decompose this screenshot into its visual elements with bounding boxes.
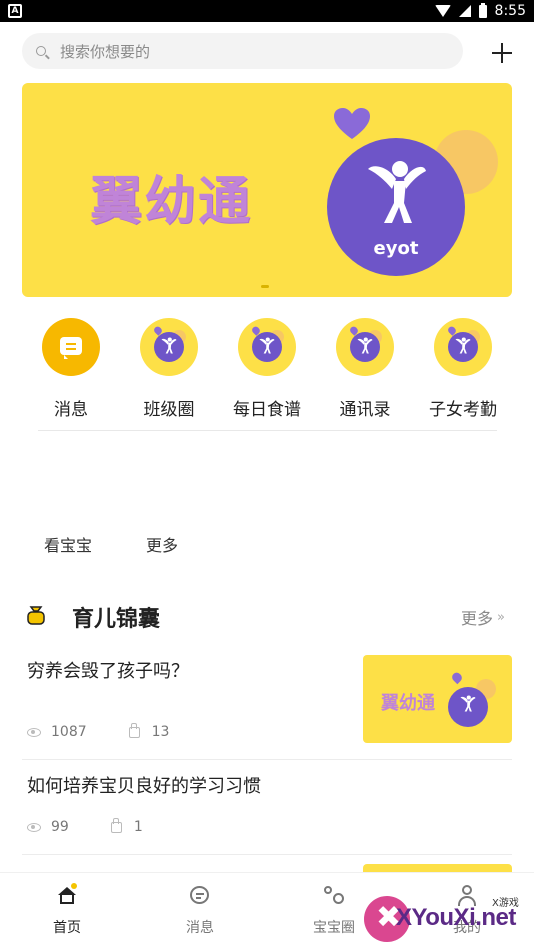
- eyot-logo-icon: [434, 318, 492, 376]
- view-count: 99: [51, 819, 69, 835]
- divider: [22, 759, 512, 760]
- chevron-right-icon: »: [497, 609, 505, 625]
- view-baby-link[interactable]: 看宝宝: [44, 532, 92, 556]
- banner-indicator: [261, 285, 269, 288]
- add-button[interactable]: [484, 35, 518, 69]
- thumbs-up-icon: [128, 722, 140, 738]
- signal-icon: [458, 5, 471, 17]
- banner-brand-text: 翼幼通: [90, 171, 253, 232]
- status-time: 8:55: [494, 3, 526, 19]
- quick-item-attendance[interactable]: 子女考勤: [414, 318, 512, 420]
- article-thumbnail: 翼幼通: [363, 655, 512, 743]
- nav-label: 首页: [53, 920, 81, 936]
- quick-item-daily-recipe[interactable]: 每日食谱: [218, 318, 316, 420]
- divider: [22, 854, 512, 855]
- section-more-link[interactable]: 更多 »: [461, 605, 505, 629]
- article-item[interactable]: 如何培养宝贝良好的学习习惯 99 1: [22, 772, 512, 852]
- like-count: 13: [151, 724, 170, 740]
- quick-item-messages[interactable]: 消息: [22, 318, 120, 420]
- angel-figure-icon: [368, 161, 426, 223]
- heart-icon: [334, 108, 370, 139]
- eye-icon: [27, 822, 41, 832]
- view-count: 1087: [51, 724, 87, 740]
- divider: [38, 430, 497, 431]
- eyot-logo-icon: [238, 318, 296, 376]
- nav-baby-circle[interactable]: 宝宝圈: [294, 885, 374, 937]
- watermark-text: XYouXi.net: [396, 904, 516, 931]
- nav-label: 宝宝圈: [313, 920, 355, 936]
- nav-label: 消息: [186, 920, 214, 936]
- wifi-icon: [434, 5, 451, 17]
- pouch-icon: [27, 606, 45, 625]
- banner-logo-text: eyot: [373, 238, 419, 259]
- quick-item-label: 子女考勤: [429, 400, 497, 420]
- home-icon: [56, 883, 78, 907]
- watermark: ✖ X游戏 XYouXi.net: [364, 880, 534, 944]
- quick-item-label: 班级圈: [143, 400, 195, 420]
- section-more-label: 更多: [461, 609, 494, 628]
- article-item[interactable]: 穷养会毁了孩子吗？ 1087 13 翼幼通: [22, 655, 512, 759]
- thumbs-up-icon: [110, 817, 122, 833]
- search-icon: [36, 46, 46, 56]
- quick-item-label: 通讯录: [339, 400, 391, 420]
- search-placeholder: 搜索你想要的: [60, 42, 151, 61]
- search-bar[interactable]: 搜索你想要的: [22, 33, 463, 69]
- message-icon: [42, 318, 100, 376]
- eyot-logo-icon: [336, 318, 394, 376]
- circles-icon: [323, 885, 345, 907]
- quick-menu: 消息 班级圈 每日食谱 通讯录 子女考勤: [22, 318, 512, 430]
- more-link[interactable]: 更多: [146, 532, 178, 556]
- like-count: 1: [133, 819, 143, 835]
- article-title: 穷养会毁了孩子吗？: [27, 661, 189, 682]
- nav-home[interactable]: 首页: [27, 883, 107, 937]
- quick-item-label: 每日食谱: [233, 400, 301, 420]
- baby-actions: 看宝宝 更多: [44, 532, 178, 556]
- section-title: 育儿锦囊: [72, 607, 161, 632]
- banner[interactable]: 翼幼通 eyot: [22, 83, 512, 297]
- eyot-logo-icon: [140, 318, 198, 376]
- notification-icon: A: [8, 4, 22, 18]
- nav-messages[interactable]: 消息: [160, 885, 240, 937]
- status-bar: A 8:55: [0, 0, 534, 22]
- eye-icon: [27, 727, 41, 737]
- quick-item-class-circle[interactable]: 班级圈: [120, 318, 218, 420]
- battery-icon: [478, 2, 487, 18]
- quick-item-label: 消息: [54, 400, 88, 420]
- article-title: 如何培养宝贝良好的学习习惯: [27, 776, 261, 797]
- quick-item-contacts[interactable]: 通讯录: [316, 318, 414, 420]
- chat-icon: [189, 885, 211, 907]
